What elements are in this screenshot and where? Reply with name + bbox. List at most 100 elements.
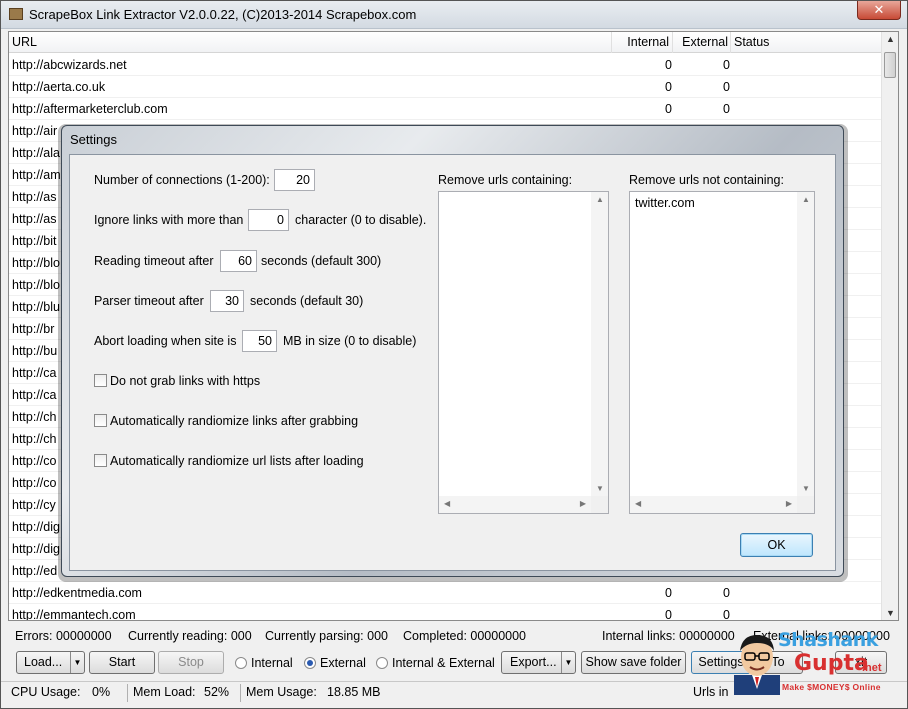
url-cell: http://ca xyxy=(12,366,57,380)
remove-containing-label: Remove urls containing: xyxy=(438,173,573,187)
scroll-down-arrow-icon[interactable]: ▼ xyxy=(802,484,810,493)
https-checkbox[interactable]: Do not grab links with https xyxy=(94,374,260,388)
load-button[interactable]: Load... ▼ xyxy=(16,651,85,674)
radio-external-label: External xyxy=(320,656,366,670)
title-bar[interactable]: ScrapeBox Link Extractor V2.0.0.22, (C)2… xyxy=(1,1,907,29)
watermark-name-top: Shashank xyxy=(778,629,878,651)
scroll-right-arrow-icon[interactable]: ▶ xyxy=(786,499,792,508)
cpu-usage-value: 0% xyxy=(92,685,111,699)
connections-input[interactable]: 20 xyxy=(274,169,315,191)
url-cell: http://ca xyxy=(12,388,57,402)
textarea-hscroll[interactable]: ◀ ▶ xyxy=(630,496,797,513)
https-checkbox-box xyxy=(94,374,107,387)
radio-external[interactable]: External xyxy=(304,656,366,672)
internal-cell: 0 xyxy=(665,608,672,621)
url-cell: http://cy xyxy=(12,498,56,512)
scroll-right-arrow-icon[interactable]: ▶ xyxy=(580,499,586,508)
mem-load-label: Mem Load: xyxy=(133,685,196,699)
load-dropdown-icon[interactable]: ▼ xyxy=(70,652,84,673)
remove-not-containing-textarea[interactable]: twitter.com ▲ ▼ ◀ ▶ xyxy=(629,191,815,514)
url-cell: http://dig xyxy=(12,520,60,534)
url-cell: http://ch xyxy=(12,432,57,446)
export-dropdown-icon[interactable]: ▼ xyxy=(561,652,575,673)
textarea-corner xyxy=(591,496,608,513)
col-external-header[interactable]: External xyxy=(673,32,731,53)
randomize-links-box xyxy=(94,414,107,427)
scroll-up-arrow-icon[interactable]: ▲ xyxy=(802,195,810,204)
scroll-left-arrow-icon[interactable]: ◀ xyxy=(444,499,450,508)
radio-both-label: Internal & External xyxy=(392,656,495,670)
textarea-vscroll[interactable]: ▲ ▼ xyxy=(797,192,814,496)
reading-timeout-suffix: seconds (default 300) xyxy=(261,254,382,268)
remove-not-containing-label: Remove urls not containing: xyxy=(629,173,784,187)
scroll-thumb[interactable] xyxy=(884,52,896,78)
col-url-header[interactable]: URL xyxy=(9,32,612,53)
external-cell: 0 xyxy=(723,102,730,116)
table-row[interactable]: http://aftermarketerclub.com 0 0 xyxy=(9,98,882,120)
connections-label: Number of connections (1-200): xyxy=(94,173,270,187)
ignore-links-suffix: character (0 to disable). xyxy=(295,213,427,227)
textarea-vscroll[interactable]: ▲ ▼ xyxy=(591,192,608,496)
scroll-down-arrow-icon[interactable]: ▼ xyxy=(886,608,895,618)
url-cell: http://blu xyxy=(12,300,60,314)
remove-containing-textarea[interactable]: ▲ ▼ ◀ ▶ xyxy=(438,191,609,514)
internal-cell: 0 xyxy=(665,80,672,94)
dialog-title[interactable]: Settings xyxy=(70,132,117,147)
internal-cell: 0 xyxy=(665,58,672,72)
radio-both-dot xyxy=(376,657,388,669)
export-button[interactable]: Export... ▼ xyxy=(501,651,576,674)
url-cell: http://bit xyxy=(12,234,57,248)
ignore-links-input[interactable]: 0 xyxy=(248,209,289,231)
url-cell: http://air xyxy=(12,124,58,138)
table-row[interactable]: http://edkentmedia.com 0 0 xyxy=(9,582,882,604)
randomize-urls-label: Automatically randiomize url lists after… xyxy=(110,454,364,468)
show-save-folder-button[interactable]: Show save folder xyxy=(581,651,686,674)
url-cell: http://co xyxy=(12,454,57,468)
randomize-links-checkbox[interactable]: Automatically randiomize links after gra… xyxy=(94,414,358,428)
abort-loading-input[interactable]: 50 xyxy=(242,330,277,352)
table-row[interactable]: http://aerta.co.uk 0 0 xyxy=(9,76,882,98)
dialog-body: Number of connections (1-200): 20 Ignore… xyxy=(69,154,836,571)
scroll-up-arrow-icon[interactable]: ▲ xyxy=(596,195,604,204)
export-button-label: Export... xyxy=(510,655,557,669)
textarea-hscroll[interactable]: ◀ ▶ xyxy=(439,496,591,513)
url-cell: http://am xyxy=(12,168,61,182)
randomize-urls-box xyxy=(94,454,107,467)
stop-button[interactable]: Stop xyxy=(158,651,224,674)
start-button[interactable]: Start xyxy=(89,651,155,674)
url-cell: http://aftermarketerclub.com xyxy=(12,102,168,116)
app-icon xyxy=(9,8,23,20)
parser-timeout-suffix: seconds (default 30) xyxy=(250,294,364,308)
url-cell: http://co xyxy=(12,476,57,490)
radio-internal[interactable]: Internal xyxy=(235,656,293,672)
parser-timeout-input[interactable]: 30 xyxy=(210,290,244,312)
scroll-up-arrow-icon[interactable]: ▲ xyxy=(886,34,895,44)
status-separator xyxy=(127,684,128,702)
close-button[interactable]: ✕ xyxy=(857,1,901,20)
internal-cell: 0 xyxy=(665,586,672,600)
scroll-left-arrow-icon[interactable]: ◀ xyxy=(635,499,641,508)
list-scrollbar[interactable]: ▲ ▼ xyxy=(881,32,898,620)
col-internal-header[interactable]: Internal xyxy=(612,32,673,53)
radio-internal-external[interactable]: Internal & External xyxy=(376,656,495,672)
radio-external-dot xyxy=(304,657,316,669)
load-button-label: Load... xyxy=(24,655,63,669)
external-cell: 0 xyxy=(723,586,730,600)
table-row[interactable]: http://emmantech.com 0 0 xyxy=(9,604,882,621)
table-row[interactable]: http://abcwizards.net 0 0 xyxy=(9,54,882,76)
external-cell: 0 xyxy=(723,80,730,94)
radio-internal-dot xyxy=(235,657,247,669)
external-cell: 0 xyxy=(723,608,730,621)
abort-loading-label: Abort loading when site is xyxy=(94,334,237,348)
status-separator xyxy=(240,684,241,702)
scroll-down-arrow-icon[interactable]: ▼ xyxy=(596,484,604,493)
list-header: URL Internal External Status xyxy=(9,32,882,53)
ok-button[interactable]: OK xyxy=(740,533,813,557)
watermark-net: .net xyxy=(862,662,882,674)
window-title: ScrapeBox Link Extractor V2.0.0.22, (C)2… xyxy=(29,7,417,22)
reading-timeout-input[interactable]: 60 xyxy=(220,250,257,272)
external-cell: 0 xyxy=(723,58,730,72)
col-status-header[interactable]: Status xyxy=(731,32,882,53)
url-cell: http://blo xyxy=(12,256,60,270)
randomize-urls-checkbox[interactable]: Automatically randiomize url lists after… xyxy=(94,454,364,468)
